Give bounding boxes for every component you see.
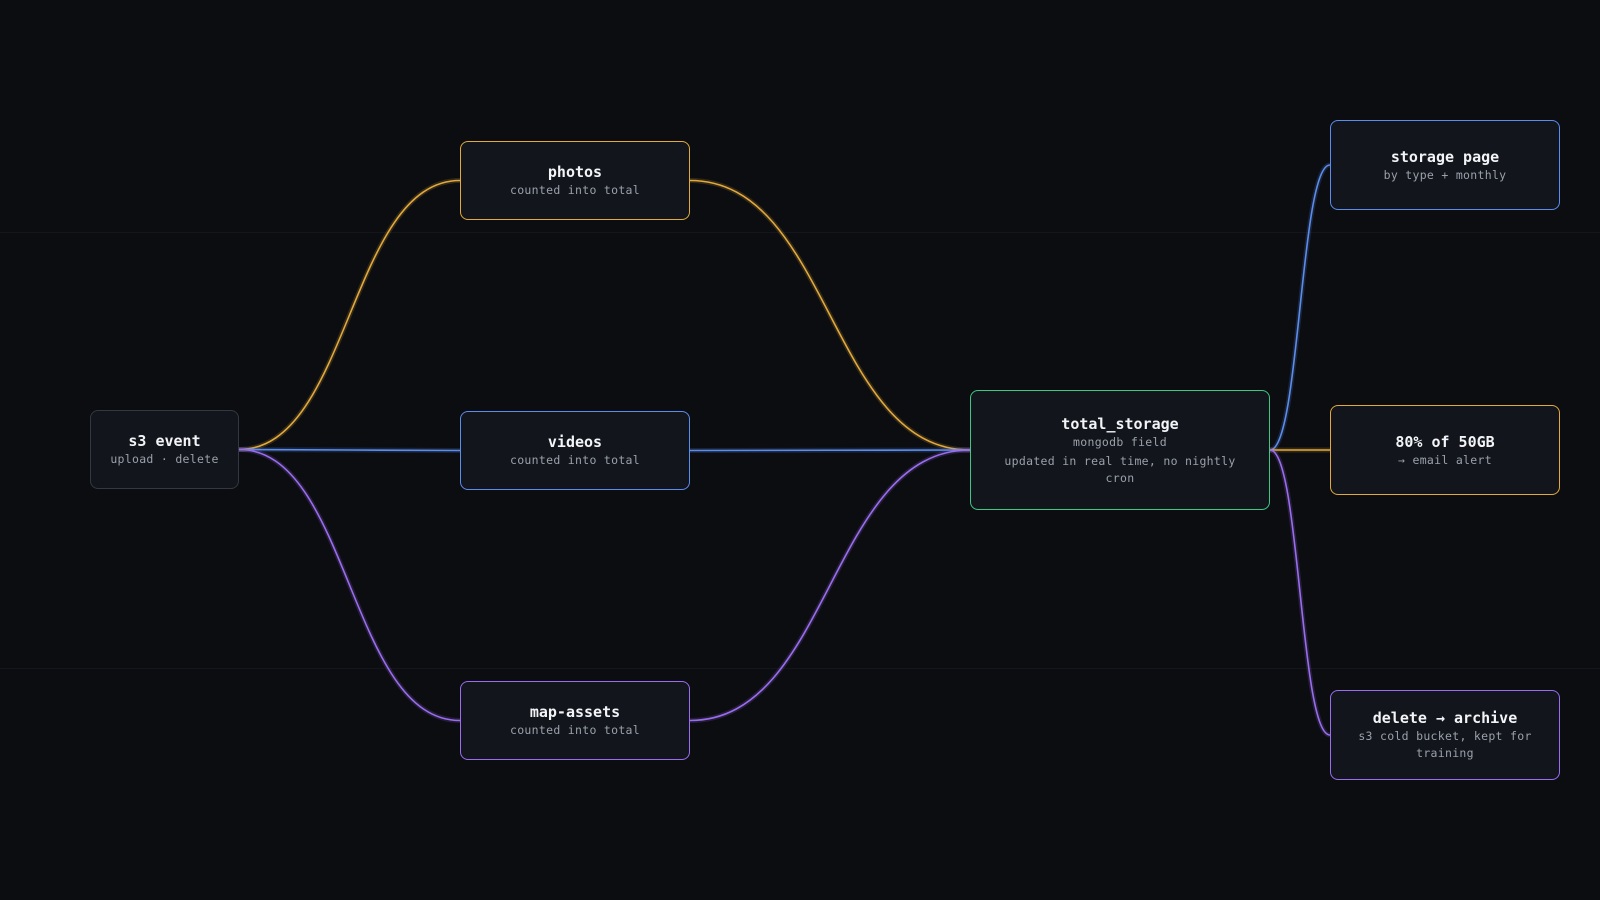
node-subtitle: s3 cold bucket, kept for training bbox=[1358, 729, 1532, 760]
node-total-storage[interactable]: total_storage mongodb field updated in r… bbox=[970, 390, 1270, 510]
node-title: delete → archive bbox=[1372, 709, 1518, 727]
node-delete-archive[interactable]: delete → archive s3 cold bucket, kept fo… bbox=[1330, 690, 1560, 780]
node-title: map-assets bbox=[529, 703, 621, 721]
node-title: videos bbox=[547, 433, 603, 451]
node-note: updated in real time, no nightly cron bbox=[1004, 453, 1236, 485]
connector-s3_event-to-photos bbox=[238, 179, 461, 451]
node-title: 80% of 50GB bbox=[1395, 432, 1495, 451]
connector-total_storage-to-archive bbox=[1269, 449, 1331, 736]
node-title: total_storage bbox=[1061, 414, 1179, 433]
node-storage-alert[interactable]: 80% of 50GB → email alert bbox=[1330, 405, 1560, 495]
node-subtitle: counted into total bbox=[509, 183, 641, 197]
node-storage-page[interactable]: storage page by type + monthly bbox=[1330, 120, 1560, 210]
node-title: photos bbox=[547, 163, 603, 181]
node-title: storage page bbox=[1390, 147, 1500, 166]
node-subtitle: counted into total bbox=[509, 453, 641, 467]
node-s3-event[interactable]: s3 event upload · delete bbox=[90, 410, 239, 489]
connector-videos-to-total_storage bbox=[689, 449, 971, 452]
node-subtitle: mongodb field bbox=[1073, 434, 1167, 449]
connector-s3_event-to-videos bbox=[238, 448, 461, 452]
connector-photos-to-total_storage bbox=[689, 179, 971, 451]
connector-map_assets-to-total_storage bbox=[689, 449, 971, 722]
node-videos[interactable]: videos counted into total bbox=[460, 411, 690, 490]
node-subtitle: upload · delete bbox=[110, 452, 219, 466]
node-title: s3 event bbox=[128, 432, 201, 450]
connector-s3_event-to-map_assets bbox=[238, 448, 461, 722]
node-subtitle: → email alert bbox=[1398, 452, 1492, 467]
node-subtitle: by type + monthly bbox=[1383, 167, 1507, 182]
node-map-assets[interactable]: map-assets counted into total bbox=[460, 681, 690, 760]
connector-total_storage-to-storage_page bbox=[1269, 164, 1331, 451]
node-photos[interactable]: photos counted into total bbox=[460, 141, 690, 220]
node-subtitle: counted into total bbox=[509, 723, 641, 737]
